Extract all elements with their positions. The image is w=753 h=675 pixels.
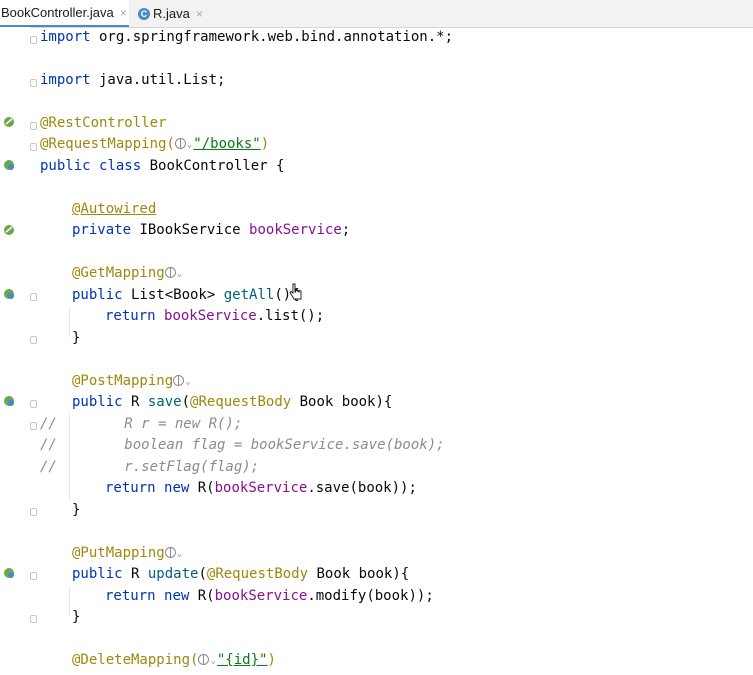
code-line: } bbox=[72, 330, 81, 346]
globe-icon[interactable] bbox=[198, 654, 210, 665]
code-comment: // R r = new R(); bbox=[40, 416, 243, 432]
code-line: @RestController bbox=[40, 115, 167, 131]
code-line: @PostMapping ⌄ bbox=[72, 371, 192, 392]
code-line: public R save(@RequestBody Book book){ bbox=[72, 394, 393, 410]
code-line: } bbox=[72, 502, 81, 518]
chevron-down-icon[interactable]: ⌄ bbox=[177, 264, 182, 285]
globe-icon[interactable] bbox=[174, 138, 186, 149]
fold-marker[interactable] bbox=[30, 572, 37, 580]
code-line: return new R(bookService.modify(book)); bbox=[105, 588, 434, 604]
fold-marker[interactable] bbox=[30, 122, 37, 130]
editor-tab-bar: BookController.java × C R.java × bbox=[0, 0, 753, 28]
chevron-down-icon[interactable]: ⌄ bbox=[187, 135, 192, 156]
code-line: @PutMapping ⌄ bbox=[72, 543, 183, 564]
tab-label: R.java bbox=[153, 6, 190, 21]
code-editor[interactable]: import org.springframework.web.bind.anno… bbox=[0, 27, 753, 675]
fold-marker[interactable] bbox=[30, 400, 37, 408]
chevron-down-icon[interactable]: ⌄ bbox=[210, 651, 215, 672]
code-line: public R update(@RequestBody Book book){ bbox=[72, 566, 410, 582]
close-icon[interactable]: × bbox=[196, 7, 203, 21]
close-icon[interactable]: × bbox=[120, 6, 127, 20]
code-line: @DeleteMapping(⌄"{id}") bbox=[72, 650, 276, 671]
web-endpoint-icon[interactable] bbox=[3, 395, 15, 407]
code-line: import java.util.List; bbox=[40, 72, 226, 88]
code-comment: // boolean flag = bookService.save(book)… bbox=[40, 437, 445, 453]
spring-bean-icon[interactable] bbox=[3, 224, 15, 236]
chevron-down-icon[interactable]: ⌄ bbox=[177, 544, 182, 565]
code-comment: // r.setFlag(flag); bbox=[40, 459, 260, 475]
class-icon: C bbox=[138, 7, 150, 20]
code-line: @RequestMapping(⌄"/books") bbox=[40, 134, 269, 155]
code-line: return bookService.list(); bbox=[105, 308, 325, 324]
code-line: @GetMapping ⌄ bbox=[72, 263, 183, 284]
fold-marker[interactable] bbox=[30, 508, 37, 516]
code-line: } bbox=[72, 609, 81, 625]
tab-bookcontroller[interactable]: BookController.java × bbox=[0, 0, 129, 27]
globe-icon[interactable] bbox=[173, 375, 185, 386]
fold-marker[interactable] bbox=[30, 293, 37, 301]
tab-r-java[interactable]: C R.java × bbox=[133, 0, 203, 27]
fold-marker[interactable] bbox=[30, 36, 37, 44]
code-line: return new R(bookService.save(book)); bbox=[105, 480, 417, 496]
fold-marker[interactable] bbox=[30, 422, 37, 430]
web-endpoint-icon[interactable] bbox=[3, 288, 15, 300]
spring-bean-icon[interactable] bbox=[3, 159, 15, 171]
fold-marker[interactable] bbox=[30, 143, 37, 151]
hand-cursor-icon bbox=[289, 283, 302, 300]
globe-icon[interactable] bbox=[164, 547, 176, 558]
code-line: import org.springframework.web.bind.anno… bbox=[40, 29, 454, 45]
code-line: public List<Book> getAll(){ bbox=[72, 287, 300, 303]
fold-marker[interactable] bbox=[30, 79, 37, 87]
chevron-down-icon[interactable]: ⌄ bbox=[185, 372, 190, 393]
globe-icon[interactable] bbox=[164, 267, 176, 278]
code-line: @Autowired bbox=[72, 201, 157, 217]
fold-marker[interactable] bbox=[30, 615, 37, 623]
tab-label: BookController.java bbox=[1, 5, 114, 20]
code-line: public class BookController { bbox=[40, 158, 285, 174]
spring-bean-icon[interactable] bbox=[3, 116, 15, 128]
indent-guide bbox=[69, 586, 70, 616]
indent-guide bbox=[69, 307, 70, 337]
fold-marker[interactable] bbox=[30, 336, 37, 344]
web-endpoint-icon[interactable] bbox=[3, 567, 15, 579]
code-line: private IBookService bookService; bbox=[72, 222, 351, 238]
